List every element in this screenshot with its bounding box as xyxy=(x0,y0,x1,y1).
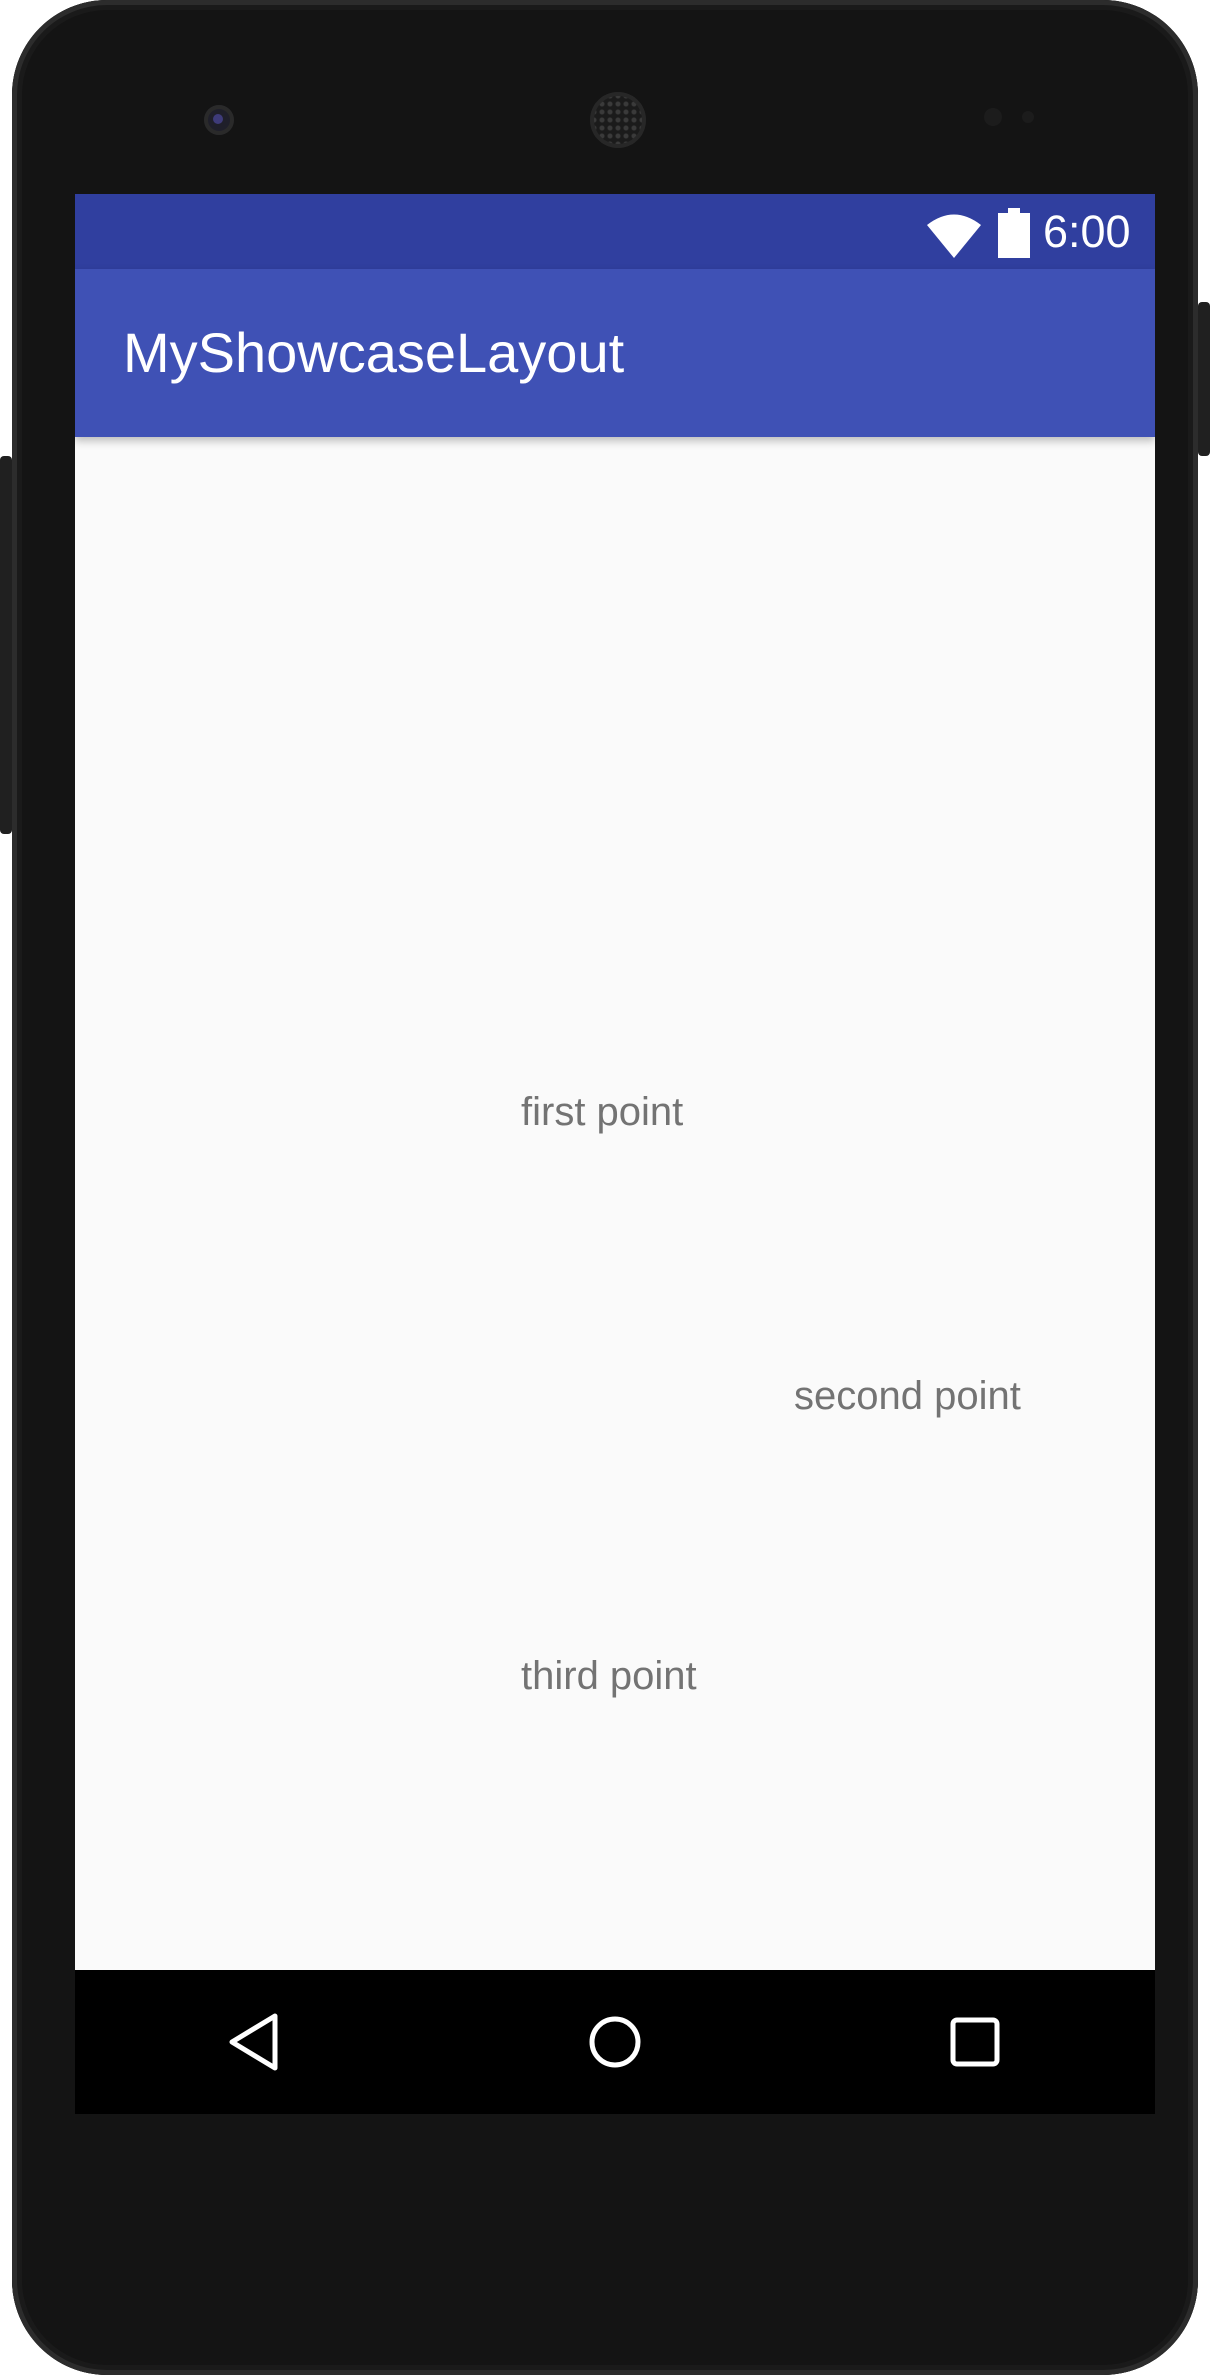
power-button xyxy=(1198,302,1210,456)
wifi-icon xyxy=(927,214,981,258)
status-bar: 6:00 xyxy=(75,194,1155,269)
recents-icon[interactable] xyxy=(935,2002,1015,2082)
second-point-label[interactable]: second point xyxy=(794,1372,1021,1420)
app-bar: MyShowcaseLayout xyxy=(75,269,1155,437)
third-point-label[interactable]: third point xyxy=(521,1652,697,1700)
battery-icon xyxy=(998,208,1030,258)
home-icon[interactable] xyxy=(575,2002,655,2082)
main-content: first point second point third point xyxy=(75,437,1155,1970)
front-camera xyxy=(204,105,234,135)
proximity-sensor xyxy=(984,108,1002,126)
status-clock: 6:00 xyxy=(1043,206,1131,257)
navigation-bar xyxy=(75,1970,1155,2114)
app-title: MyShowcaseLayout xyxy=(123,321,625,384)
volume-button xyxy=(0,456,12,834)
back-icon[interactable] xyxy=(215,2002,295,2082)
device-screen: 6:00 MyShowcaseLayout first point second… xyxy=(75,194,1155,2114)
light-sensor xyxy=(1022,111,1034,123)
first-point-label[interactable]: first point xyxy=(521,1088,683,1136)
earpiece-speaker xyxy=(590,92,646,148)
phone-frame: 6:00 MyShowcaseLayout first point second… xyxy=(12,0,1198,2375)
